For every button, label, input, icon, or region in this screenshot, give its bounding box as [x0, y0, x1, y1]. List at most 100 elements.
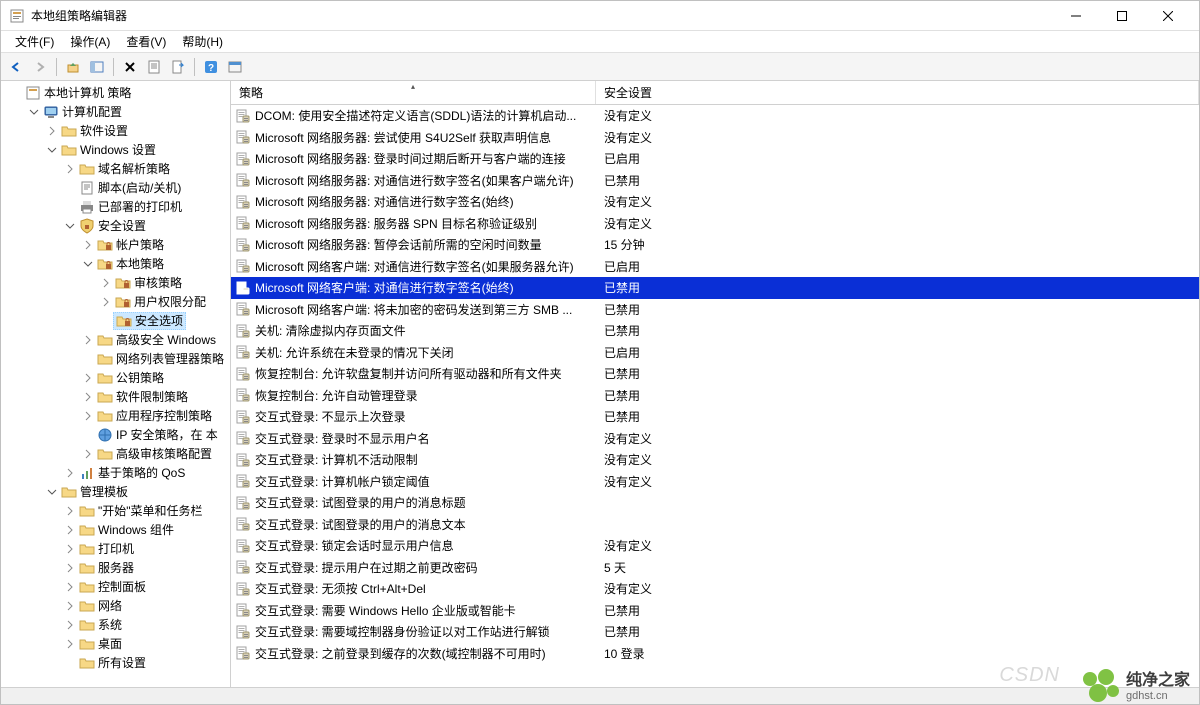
tree-node[interactable]: 管理模板	[1, 482, 230, 501]
tree-toggle-icon[interactable]	[63, 580, 77, 594]
tree-toggle-icon[interactable]	[63, 656, 77, 670]
export-button[interactable]	[167, 56, 189, 78]
tree-node[interactable]: 安全选项	[1, 311, 230, 330]
tree-toggle-icon[interactable]	[81, 257, 95, 271]
tree-toggle-icon[interactable]	[45, 124, 59, 138]
policy-row[interactable]: 交互式登录: 试图登录的用户的消息标题	[231, 492, 1199, 514]
properties-button[interactable]	[143, 56, 165, 78]
tree-node[interactable]: 帐户策略	[1, 235, 230, 254]
tree-node[interactable]: 脚本(启动/关机)	[1, 178, 230, 197]
policy-row[interactable]: Microsoft 网络客户端: 将未加密的密码发送到第三方 SMB ...已禁…	[231, 299, 1199, 321]
tree-toggle-icon[interactable]	[99, 314, 113, 328]
tree-toggle-icon[interactable]	[63, 219, 77, 233]
tree-toggle-icon[interactable]	[63, 618, 77, 632]
policy-row[interactable]: Microsoft 网络服务器: 尝试使用 S4U2Self 获取声明信息没有定…	[231, 127, 1199, 149]
tree-node[interactable]: 公钥策略	[1, 368, 230, 387]
tree-toggle-icon[interactable]	[45, 143, 59, 157]
refresh-button[interactable]	[224, 56, 246, 78]
tree-node[interactable]: 软件设置	[1, 121, 230, 140]
policy-row[interactable]: 恢复控制台: 允许软盘复制并访问所有驱动器和所有文件夹已禁用	[231, 363, 1199, 385]
policy-row[interactable]: 交互式登录: 试图登录的用户的消息文本	[231, 514, 1199, 536]
tree-node[interactable]: 已部署的打印机	[1, 197, 230, 216]
policy-row[interactable]: 交互式登录: 计算机帐户锁定阈值没有定义	[231, 471, 1199, 493]
tree-toggle-icon[interactable]	[81, 333, 95, 347]
policy-row[interactable]: 关机: 清除虚拟内存页面文件已禁用	[231, 320, 1199, 342]
list-body[interactable]: DCOM: 使用安全描述符定义语言(SDDL)语法的计算机启动...没有定义Mi…	[231, 105, 1199, 687]
tree-node[interactable]: Windows 组件	[1, 520, 230, 539]
tree-node[interactable]: IP 安全策略，在 本	[1, 425, 230, 444]
menu-file[interactable]: 文件(F)	[7, 31, 62, 52]
policy-row[interactable]: DCOM: 使用安全描述符定义语言(SDDL)语法的计算机启动...没有定义	[231, 105, 1199, 127]
minimize-button[interactable]	[1053, 1, 1099, 31]
tree-node[interactable]: 所有设置	[1, 653, 230, 672]
tree-toggle-icon[interactable]	[81, 447, 95, 461]
policy-row[interactable]: Microsoft 网络客户端: 对通信进行数字签名(如果服务器允许)已启用	[231, 256, 1199, 278]
tree-toggle-icon[interactable]	[63, 599, 77, 613]
menu-view[interactable]: 查看(V)	[118, 31, 174, 52]
tree-toggle-icon[interactable]	[63, 637, 77, 651]
tree-toggle-icon[interactable]	[81, 409, 95, 423]
close-button[interactable]	[1145, 1, 1191, 31]
tree-node[interactable]: "开始"菜单和任务栏	[1, 501, 230, 520]
tree-node[interactable]: 服务器	[1, 558, 230, 577]
tree-toggle-icon[interactable]	[81, 238, 95, 252]
policy-row[interactable]: Microsoft 网络服务器: 对通信进行数字签名(如果客户端允许)已禁用	[231, 170, 1199, 192]
delete-button[interactable]	[119, 56, 141, 78]
policy-row[interactable]: Microsoft 网络服务器: 对通信进行数字签名(始终)没有定义	[231, 191, 1199, 213]
column-header-security[interactable]: 安全设置	[596, 81, 1199, 104]
tree-node[interactable]: 控制面板	[1, 577, 230, 596]
show-hide-tree-button[interactable]	[86, 56, 108, 78]
policy-row[interactable]: Microsoft 网络服务器: 服务器 SPN 目标名称验证级别没有定义	[231, 213, 1199, 235]
tree-toggle-icon[interactable]	[63, 181, 77, 195]
tree-node[interactable]: 本地计算机 策略	[1, 83, 230, 102]
tree-toggle-icon[interactable]	[81, 371, 95, 385]
tree-node[interactable]: 系统	[1, 615, 230, 634]
forward-button[interactable]	[29, 56, 51, 78]
help-button[interactable]: ?	[200, 56, 222, 78]
tree-toggle-icon[interactable]	[63, 200, 77, 214]
policy-row[interactable]: Microsoft 网络服务器: 暂停会话前所需的空闲时间数量15 分钟	[231, 234, 1199, 256]
tree-node[interactable]: Windows 设置	[1, 140, 230, 159]
horizontal-scrollbar[interactable]	[1, 687, 1199, 704]
tree-toggle-icon[interactable]	[63, 523, 77, 537]
tree-node[interactable]: 网络列表管理器策略	[1, 349, 230, 368]
tree-toggle-icon[interactable]	[99, 276, 113, 290]
tree-node[interactable]: 打印机	[1, 539, 230, 558]
tree-node[interactable]: 软件限制策略	[1, 387, 230, 406]
tree-node[interactable]: 计算机配置	[1, 102, 230, 121]
tree-toggle-icon[interactable]	[9, 86, 23, 100]
tree-toggle-icon[interactable]	[45, 485, 59, 499]
tree-toggle-icon[interactable]	[63, 504, 77, 518]
tree-toggle-icon[interactable]	[63, 542, 77, 556]
tree-toggle-icon[interactable]	[63, 162, 77, 176]
maximize-button[interactable]	[1099, 1, 1145, 31]
tree-node[interactable]: 本地策略	[1, 254, 230, 273]
policy-row[interactable]: 交互式登录: 登录时不显示用户名没有定义	[231, 428, 1199, 450]
policy-row[interactable]: 交互式登录: 无须按 Ctrl+Alt+Del没有定义	[231, 578, 1199, 600]
policy-row[interactable]: 关机: 允许系统在未登录的情况下关闭已启用	[231, 342, 1199, 364]
tree-node[interactable]: 高级审核策略配置	[1, 444, 230, 463]
tree-node[interactable]: 高级安全 Windows	[1, 330, 230, 349]
tree-pane[interactable]: 本地计算机 策略计算机配置软件设置Windows 设置域名解析策略脚本(启动/关…	[1, 81, 231, 687]
tree-toggle-icon[interactable]	[63, 561, 77, 575]
policy-row[interactable]: Microsoft 网络客户端: 对通信进行数字签名(始终)已禁用	[231, 277, 1199, 299]
back-button[interactable]	[5, 56, 27, 78]
policy-row[interactable]: 交互式登录: 需要 Windows Hello 企业版或智能卡已禁用	[231, 600, 1199, 622]
policy-row[interactable]: 交互式登录: 不显示上次登录已禁用	[231, 406, 1199, 428]
policy-row[interactable]: 交互式登录: 之前登录到缓存的次数(域控制器不可用时)10 登录	[231, 643, 1199, 665]
policy-row[interactable]: 交互式登录: 计算机不活动限制没有定义	[231, 449, 1199, 471]
tree-toggle-icon[interactable]	[99, 295, 113, 309]
policy-row[interactable]: Microsoft 网络服务器: 登录时间过期后断开与客户端的连接已启用	[231, 148, 1199, 170]
tree-node[interactable]: 安全设置	[1, 216, 230, 235]
tree-node[interactable]: 网络	[1, 596, 230, 615]
policy-row[interactable]: 交互式登录: 锁定会话时显示用户信息没有定义	[231, 535, 1199, 557]
tree-node[interactable]: 审核策略	[1, 273, 230, 292]
tree-node[interactable]: 基于策略的 QoS	[1, 463, 230, 482]
up-button[interactable]	[62, 56, 84, 78]
tree-toggle-icon[interactable]	[81, 352, 95, 366]
tree-toggle-icon[interactable]	[81, 390, 95, 404]
tree-toggle-icon[interactable]	[81, 428, 95, 442]
tree-node[interactable]: 域名解析策略	[1, 159, 230, 178]
menu-help[interactable]: 帮助(H)	[174, 31, 231, 52]
tree-node[interactable]: 应用程序控制策略	[1, 406, 230, 425]
